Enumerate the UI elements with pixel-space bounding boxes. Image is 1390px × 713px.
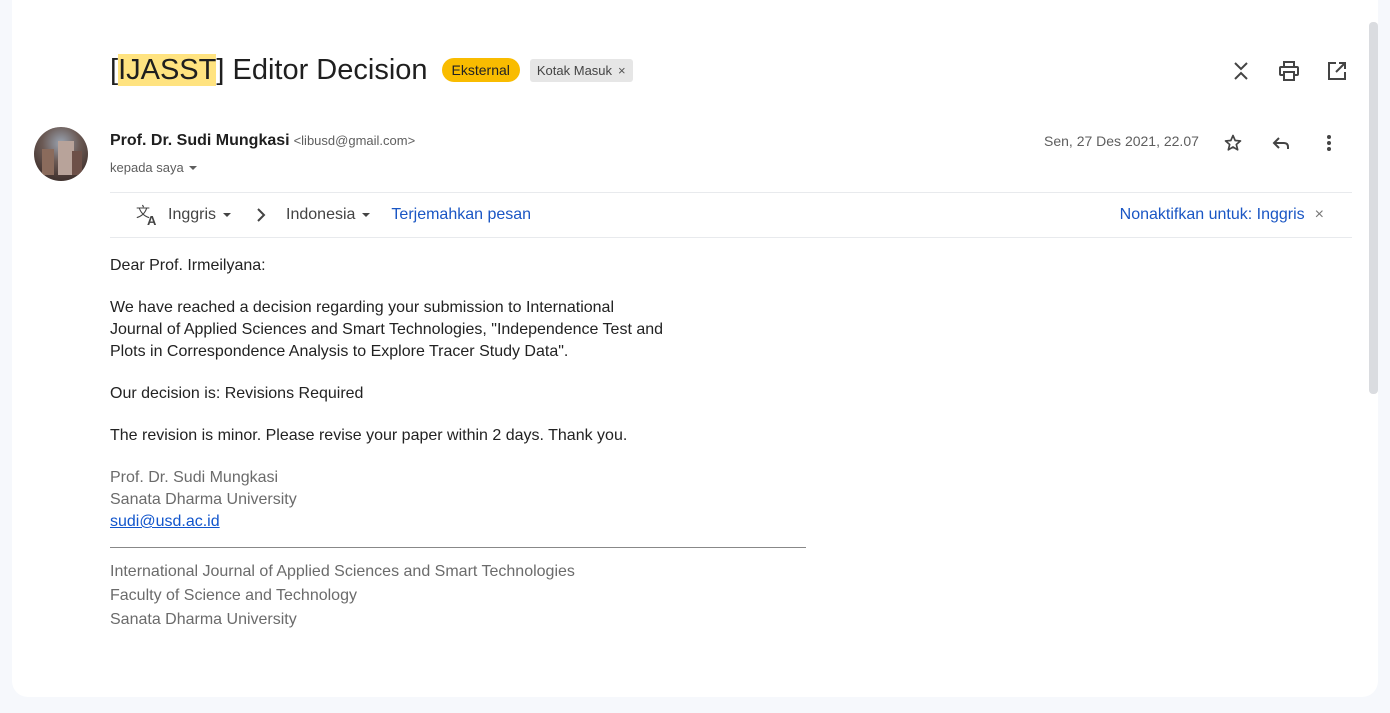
recipient-toggle[interactable]: kepada saya (110, 160, 198, 175)
subject-rest: ] Editor Decision (216, 54, 428, 86)
inbox-label: Kotak Masuk × (529, 58, 633, 82)
subject-highlight: IJASST (118, 54, 217, 86)
more-vert-icon (1327, 135, 1331, 151)
chevron-right-icon (257, 208, 266, 222)
source-language-select[interactable]: Inggris (168, 206, 232, 224)
email-pane: [IJASST] Editor Decision Eksternal Kotak… (12, 0, 1378, 697)
signature-email-link[interactable]: sudi@usd.ac.id (110, 513, 220, 530)
disable-translate-link[interactable]: Nonaktifkan untuk: Inggris (1120, 206, 1305, 224)
signature-university: Sanata Dharma University (110, 491, 297, 508)
star-icon (1224, 134, 1242, 151)
decision-line: Our decision is: Revisions Required (110, 385, 364, 402)
remove-label-button[interactable]: × (618, 62, 626, 79)
more-options-button[interactable] (1316, 130, 1342, 156)
reply-icon (1272, 137, 1289, 149)
print-icon (1279, 61, 1299, 81)
email-date: Sen, 27 Des 2021, 22.07 (1044, 133, 1199, 149)
thread-toolbar (1228, 58, 1350, 84)
signature-name: Prof. Dr. Sudi Mungkasi (110, 469, 279, 486)
subject-row: [IJASST] Editor Decision Eksternal Kotak… (110, 50, 633, 90)
open-in-new-icon (1328, 62, 1346, 80)
footer-divider (110, 547, 806, 548)
decision-paragraph: We have reached a decision regarding you… (110, 297, 830, 363)
translate-message-link[interactable]: Terjemahkan pesan (391, 206, 531, 224)
footer-faculty: Faculty of Science and Technology (110, 587, 357, 604)
translate-icon: 文 A (136, 205, 157, 227)
sender-name[interactable]: Prof. Dr. Sudi Mungkasi (110, 132, 290, 149)
svg-text:A: A (147, 213, 157, 227)
collapse-icon (1234, 62, 1248, 80)
caret-down-icon (188, 165, 197, 170)
external-label: Eksternal (441, 58, 520, 82)
subject-bracket: [ (110, 54, 119, 86)
caret-down-icon (223, 213, 232, 217)
paragraph-line: Plots in Correspondence Analysis to Expl… (110, 343, 569, 360)
revision-note: The revision is minor. Please revise you… (110, 427, 628, 444)
open-new-window-button[interactable] (1324, 58, 1350, 84)
source-language-label: Inggris (168, 206, 217, 223)
sender-email: <libusd@gmail.com> (293, 133, 416, 148)
reply-button[interactable] (1268, 130, 1294, 156)
collapse-all-button[interactable] (1228, 58, 1254, 84)
greeting: Dear Prof. Irmeilyana: (110, 257, 266, 274)
recipient-text: kepada saya (110, 160, 184, 175)
email-subject: [IJASST] Editor Decision (110, 50, 428, 90)
star-button[interactable] (1220, 130, 1246, 156)
disable-translate-group: Nonaktifkan untuk: Inggris × (1120, 193, 1324, 237)
sender-line: Prof. Dr. Sudi Mungkasi <libusd@gmail.com… (110, 132, 415, 150)
target-language-label: Indonesia (286, 206, 356, 223)
scrollbar-thumb[interactable] (1369, 22, 1378, 394)
target-language-select[interactable]: Indonesia (286, 206, 371, 224)
message-actions (1220, 130, 1342, 156)
close-translate-button[interactable]: × (1315, 206, 1324, 224)
translate-bar: 文 A Inggris Indonesia Terjemahkan pesan … (110, 192, 1352, 238)
paragraph-line: We have reached a decision regarding you… (110, 299, 614, 316)
email-body: Dear Prof. Irmeilyana: We have reached a… (110, 255, 830, 632)
footer-journal: International Journal of Applied Science… (110, 563, 575, 580)
paragraph-line: Journal of Applied Sciences and Smart Te… (110, 321, 664, 338)
journal-footer: International Journal of Applied Science… (110, 560, 830, 632)
footer-university: Sanata Dharma University (110, 611, 297, 628)
sender-avatar[interactable] (34, 127, 88, 181)
caret-down-icon (362, 213, 371, 217)
print-button[interactable] (1276, 58, 1302, 84)
signature: Prof. Dr. Sudi Mungkasi Sanata Dharma Un… (110, 467, 830, 533)
inbox-label-text: Kotak Masuk (536, 62, 613, 78)
